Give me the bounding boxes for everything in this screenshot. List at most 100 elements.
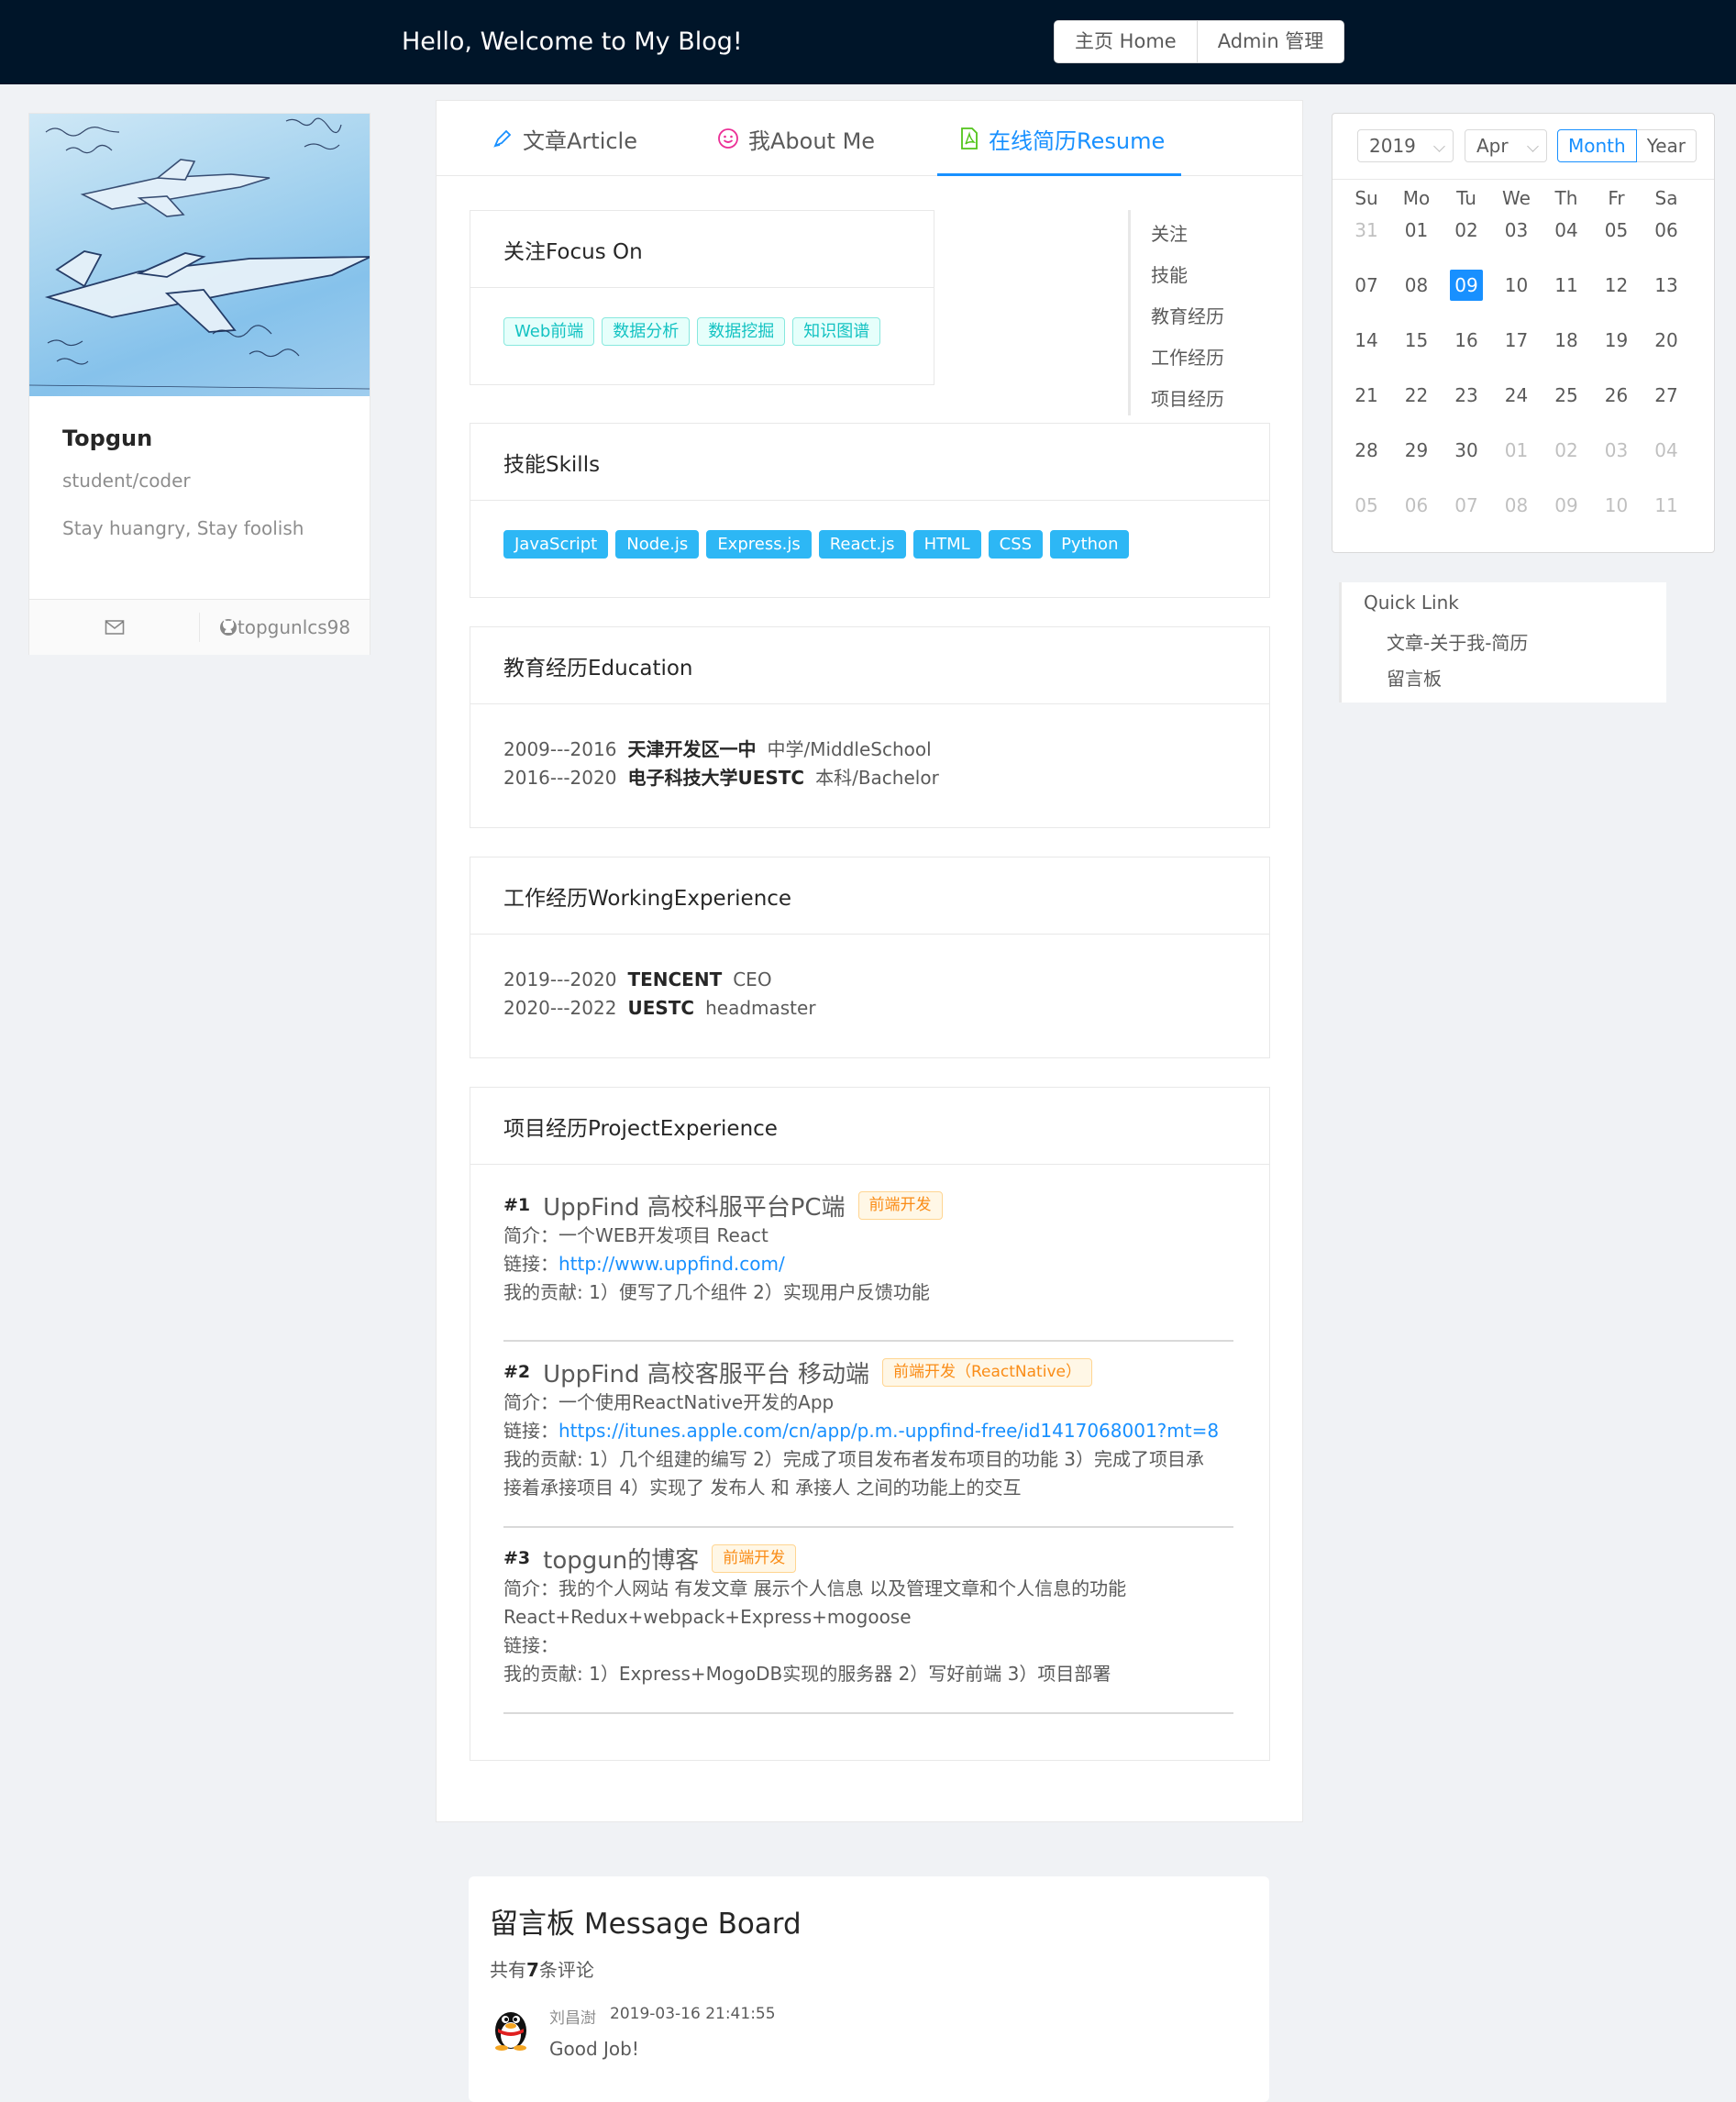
comment-count-number: 7 xyxy=(526,1959,539,1981)
calendar-day[interactable]: 11 xyxy=(1650,490,1683,521)
mail-icon xyxy=(105,620,124,635)
tab-resume[interactable]: 在线简历Resume xyxy=(959,101,1165,176)
calendar-day[interactable]: 16 xyxy=(1450,325,1483,356)
calendar-day[interactable]: 01 xyxy=(1500,435,1533,466)
github-icon xyxy=(219,619,237,636)
project-tag: 前端开发 xyxy=(712,1543,797,1573)
qq-penguin-avatar xyxy=(495,2012,526,2051)
project-name: topgun的博客 xyxy=(543,1546,700,1575)
calendar-day[interactable]: 15 xyxy=(1400,325,1433,356)
calendar-day[interactable]: 07 xyxy=(1350,270,1383,301)
calendar-day[interactable]: 23 xyxy=(1450,380,1483,411)
calendar-day[interactable]: 09 xyxy=(1550,490,1583,521)
quick-link-panel: Quick Link 文章-关于我-简历 留言板 xyxy=(1339,582,1666,703)
calendar-day[interactable]: 07 xyxy=(1450,490,1483,521)
weekday-header: Sa xyxy=(1654,187,1678,209)
content-tabs: 文章Article 我About Me 在线简历Resume xyxy=(437,101,1302,176)
project-link[interactable]: https://itunes.apple.com/cn/app/p.m.-upp… xyxy=(558,1420,1219,1442)
calendar-day[interactable]: 03 xyxy=(1500,215,1533,246)
work-card: 工作经历WorkingExperience 2019---2020 TENCENT… xyxy=(470,857,1270,1058)
calendar-day[interactable]: 10 xyxy=(1500,270,1533,301)
calendar-day[interactable]: 06 xyxy=(1400,490,1433,521)
calendar-day[interactable]: 02 xyxy=(1450,215,1483,246)
nav-home-button[interactable]: 主页 Home xyxy=(1055,21,1197,62)
calendar-day[interactable]: 28 xyxy=(1350,435,1383,466)
calendar-header: 2019 Apr Month Year xyxy=(1332,114,1714,180)
focus-tag: 数据挖掘 xyxy=(697,317,786,346)
skills-tags: JavaScript Node.js Express.js React.js HTML C… xyxy=(470,501,1269,581)
calendar-day[interactable]: 18 xyxy=(1550,325,1583,356)
project-item: #3 topgun的博客 前端开发 简介：我的个人网站 有发文章 展示个人信息 … xyxy=(503,1542,1233,1688)
skill-tag: JavaScript xyxy=(503,530,609,559)
calendar-day[interactable]: 26 xyxy=(1600,380,1633,411)
skill-tag: React.js xyxy=(818,530,906,559)
profile-role: student/coder xyxy=(62,470,191,492)
calendar-day[interactable]: 25 xyxy=(1550,380,1583,411)
anchor-focus[interactable]: 关注 xyxy=(1151,219,1188,246)
calendar-day[interactable]: 30 xyxy=(1450,435,1483,466)
calendar-day[interactable]: 13 xyxy=(1650,270,1683,301)
calendar-day[interactable]: 27 xyxy=(1650,380,1683,411)
year-select[interactable]: 2019 xyxy=(1357,129,1454,162)
project-tag: 前端开发 xyxy=(857,1190,943,1220)
mode-month-button[interactable]: Month xyxy=(1557,129,1637,162)
calendar-day[interactable]: 06 xyxy=(1650,215,1683,246)
calendar-day[interactable]: 03 xyxy=(1600,435,1633,466)
education-title: 教育经历Education xyxy=(470,627,1269,704)
quick-link-item[interactable]: 文章-关于我-简历 xyxy=(1387,628,1528,655)
resume-anchor-nav: 关注 技能 教育经历 工作经历 项目经历 xyxy=(1128,210,1266,415)
calendar-day[interactable]: 02 xyxy=(1550,435,1583,466)
focus-card: 关注Focus On Web前端 数据分析 数据挖掘 知识图谱 xyxy=(470,210,934,385)
mail-action[interactable] xyxy=(29,613,199,642)
project-link-row: 链接：https://itunes.apple.com/cn/app/p.m.-… xyxy=(503,1417,1233,1445)
calendar-day[interactable]: 08 xyxy=(1400,270,1433,301)
comment-time: 2019-03-16 21:41:55 xyxy=(610,2005,776,2023)
projects-title: 项目经历ProjectExperience xyxy=(470,1088,1269,1165)
anchor-education[interactable]: 教育经历 xyxy=(1151,302,1224,328)
calendar-day[interactable]: 31 xyxy=(1350,215,1383,246)
nav-admin-button[interactable]: Admin 管理 xyxy=(1196,21,1344,62)
tab-article-label: 文章Article xyxy=(523,127,637,154)
calendar-day[interactable]: 22 xyxy=(1400,380,1433,411)
project-number: #1 xyxy=(503,1195,531,1215)
calendar-day[interactable]: 20 xyxy=(1650,325,1683,356)
calendar-day[interactable]: 04 xyxy=(1550,215,1583,246)
work-row: 2020---2022 UESTC headmaster xyxy=(503,994,1236,1023)
calendar-day[interactable]: 29 xyxy=(1400,435,1433,466)
calendar-day[interactable]: 05 xyxy=(1600,215,1633,246)
anchor-work[interactable]: 工作经历 xyxy=(1151,343,1224,370)
quick-link-item[interactable]: 留言板 xyxy=(1387,664,1442,691)
skills-card: 技能Skills JavaScript Node.js Express.js Reac… xyxy=(470,423,1270,598)
project-divider xyxy=(503,1712,1233,1714)
calendar-day[interactable]: 21 xyxy=(1350,380,1383,411)
calendar-day[interactable]: 24 xyxy=(1500,380,1533,411)
anchor-projects[interactable]: 项目经历 xyxy=(1151,384,1224,411)
tab-article[interactable]: 文章Article xyxy=(492,101,637,176)
project-item: #2 UppFind 高校客服平台 移动端 前端开发（ReactNative） … xyxy=(503,1355,1233,1502)
month-select[interactable]: Apr xyxy=(1465,129,1547,162)
calendar-day[interactable]: 09 xyxy=(1450,270,1483,301)
tab-about[interactable]: 我About Me xyxy=(717,101,875,176)
education-school: 电子科技大学UESTC xyxy=(627,767,805,789)
project-intro: 简介：一个WEB开发项目 React xyxy=(503,1224,768,1246)
calendar-day[interactable]: 08 xyxy=(1500,490,1533,521)
mode-year-button[interactable]: Year xyxy=(1636,129,1697,162)
education-level: 中学/MiddleSchool xyxy=(767,738,932,760)
calendar-day[interactable]: 10 xyxy=(1600,490,1633,521)
calendar-day[interactable]: 01 xyxy=(1400,215,1433,246)
comment-content: Good Job! xyxy=(549,2038,639,2060)
calendar-day[interactable]: 17 xyxy=(1500,325,1533,356)
calendar-day[interactable]: 14 xyxy=(1350,325,1383,356)
calendar-day[interactable]: 11 xyxy=(1550,270,1583,301)
calendar-day[interactable]: 12 xyxy=(1600,270,1633,301)
focus-tags: Web前端 数据分析 数据挖掘 知识图谱 xyxy=(470,288,934,368)
calendar-day[interactable]: 19 xyxy=(1600,325,1633,356)
project-link[interactable]: http://www.uppfind.com/ xyxy=(558,1253,785,1275)
project-intro: 简介：一个使用ReactNative开发的App xyxy=(503,1391,835,1413)
project-contribution: 我的贡献: 1）几个组建的编写 2）完成了项目发布者发布项目的功能 3）完成了项… xyxy=(503,1448,1204,1470)
calendar-day[interactable]: 05 xyxy=(1350,490,1383,521)
education-list: 2009---2016 天津开发区一中 中学/MiddleSchool 2016--… xyxy=(470,704,1269,814)
calendar-day[interactable]: 04 xyxy=(1650,435,1683,466)
anchor-skills[interactable]: 技能 xyxy=(1151,260,1188,287)
github-action[interactable]: topgunlcs98 xyxy=(199,613,370,642)
